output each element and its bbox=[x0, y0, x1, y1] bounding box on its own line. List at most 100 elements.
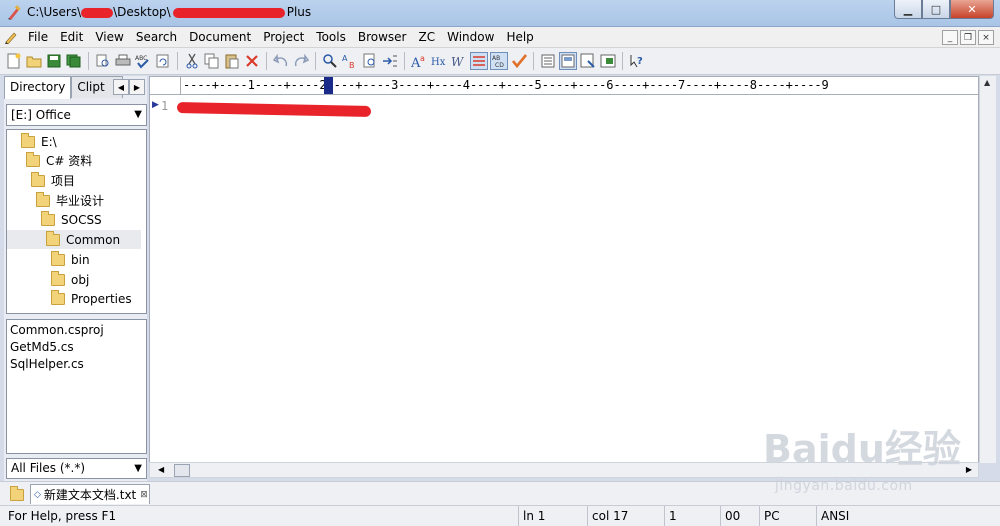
toolbar-separator bbox=[266, 52, 267, 70]
save-icon[interactable] bbox=[45, 52, 63, 70]
ultraedit-app-icon[interactable] bbox=[6, 5, 22, 21]
context-help-icon[interactable]: ? bbox=[628, 52, 646, 70]
document-tab[interactable]: ◇ 新建文本文档.txt ⊠ bbox=[30, 484, 150, 504]
status-platform: PC bbox=[759, 506, 815, 526]
menu-edit[interactable]: Edit bbox=[54, 27, 89, 48]
drive-select[interactable]: [E:] Office ▼ bbox=[6, 104, 147, 126]
list-item[interactable]: SqlHelper.cs bbox=[10, 356, 143, 373]
svg-text:a: a bbox=[420, 54, 425, 63]
toolbar-separator bbox=[177, 52, 178, 70]
doc-close-button[interactable]: × bbox=[978, 30, 994, 45]
menu-window[interactable]: Window bbox=[441, 27, 500, 48]
toolbar-separator bbox=[533, 52, 534, 70]
redacted-text-line bbox=[176, 101, 372, 118]
horizontal-scrollbar[interactable]: ◀ ▶ bbox=[149, 462, 979, 478]
hex-mode-icon[interactable]: Hx bbox=[430, 52, 448, 70]
vertical-scrollbar[interactable]: ▲ bbox=[979, 76, 996, 463]
word-wrap-icon[interactable]: W bbox=[450, 52, 468, 70]
revert-icon[interactable] bbox=[154, 52, 172, 70]
column-ruler: ----+----1----+----2----+----3----+----4… bbox=[150, 77, 978, 95]
paste-icon[interactable] bbox=[223, 52, 241, 70]
document-icon: ◇ bbox=[34, 489, 41, 500]
close-tab-icon[interactable]: ⊠ bbox=[140, 490, 148, 500]
new-file-icon[interactable] bbox=[5, 52, 23, 70]
tree-item-csharp-docs[interactable]: C# 资料 bbox=[26, 151, 92, 170]
list-item[interactable]: Common.csproj bbox=[10, 322, 143, 339]
menu-project[interactable]: Project bbox=[257, 27, 310, 48]
svg-text:B: B bbox=[349, 61, 355, 69]
checkmark-icon[interactable] bbox=[510, 52, 528, 70]
print-icon[interactable] bbox=[114, 52, 132, 70]
menu-help[interactable]: Help bbox=[500, 27, 539, 48]
status-line: ln 1 bbox=[518, 506, 586, 526]
delete-icon[interactable] bbox=[243, 52, 261, 70]
menu-tools[interactable]: Tools bbox=[310, 27, 352, 48]
tree-item-label: bin bbox=[71, 252, 90, 267]
menu-browser[interactable]: Browser bbox=[352, 27, 413, 48]
menu-bar: File Edit View Search Document Project T… bbox=[0, 27, 1000, 48]
pen-icon bbox=[0, 27, 22, 48]
font-icon[interactable]: Aa bbox=[410, 52, 428, 70]
tree-item-e-drive[interactable]: E:\ bbox=[21, 132, 57, 151]
menu-view[interactable]: View bbox=[89, 27, 129, 48]
folder-icon bbox=[26, 151, 40, 167]
tree-item-projects[interactable]: 项目 bbox=[31, 171, 75, 190]
print-preview-icon[interactable] bbox=[94, 52, 112, 70]
scroll-right-icon[interactable]: ▶ bbox=[966, 465, 972, 474]
toggle-list-icon[interactable] bbox=[470, 52, 488, 70]
redo-icon[interactable] bbox=[292, 52, 310, 70]
doc-restore-button[interactable]: ❐ bbox=[960, 30, 976, 45]
list-item[interactable]: GetMd5.cs bbox=[10, 339, 143, 356]
goto-line-icon[interactable] bbox=[381, 52, 399, 70]
toolbar-separator bbox=[404, 52, 405, 70]
editor-area[interactable]: ----+----1----+----2----+----3----+----4… bbox=[149, 76, 979, 463]
svg-text:Hx: Hx bbox=[431, 57, 446, 68]
menu-search[interactable]: Search bbox=[130, 27, 183, 48]
scroll-left-icon[interactable]: ◀ bbox=[158, 465, 164, 474]
cut-icon[interactable] bbox=[183, 52, 201, 70]
ruler-gutter bbox=[150, 77, 181, 94]
title-redaction-2 bbox=[172, 7, 285, 18]
status-bar: For Help, press F1 ln 1 col 17 1 00 PC A… bbox=[0, 505, 1000, 526]
close-button[interactable]: ✕ bbox=[950, 0, 994, 19]
file-filter-select[interactable]: All Files (*.*) ▼ bbox=[6, 458, 147, 479]
replace-icon[interactable]: AB bbox=[341, 52, 359, 70]
tree-item-properties[interactable]: Properties bbox=[51, 289, 132, 308]
file-list: Common.csproj GetMd5.cs SqlHelper.cs bbox=[6, 319, 147, 454]
ruler-cursor-indicator bbox=[324, 77, 333, 94]
file-explorer-panel: Directory Clipt ◀ ▶ [E:] Office ▼ E:\ C#… bbox=[4, 76, 147, 482]
open-folder-icon[interactable] bbox=[25, 52, 43, 70]
tree-item-graduation-design[interactable]: 毕业设计 bbox=[36, 191, 104, 210]
save-all-icon[interactable] bbox=[65, 52, 83, 70]
tree-item-socss[interactable]: SOCSS bbox=[41, 210, 102, 229]
scrollbar-thumb[interactable] bbox=[174, 464, 190, 477]
maximize-button[interactable]: □ bbox=[922, 0, 950, 19]
folder-icon bbox=[36, 191, 50, 207]
find-icon[interactable] bbox=[321, 52, 339, 70]
copy-icon[interactable] bbox=[203, 52, 221, 70]
tab-scroll-left-icon[interactable]: ◀ bbox=[113, 79, 129, 95]
find-in-files-icon[interactable] bbox=[361, 52, 379, 70]
window-list-icon[interactable] bbox=[599, 52, 617, 70]
undo-icon[interactable] bbox=[272, 52, 290, 70]
tree-item-obj[interactable]: obj bbox=[51, 270, 89, 289]
file-tree-view-icon[interactable] bbox=[539, 52, 557, 70]
minimize-button[interactable]: ▁ bbox=[894, 0, 922, 19]
folder-icon bbox=[51, 270, 65, 286]
tree-item-common[interactable]: Common bbox=[7, 230, 141, 249]
menu-zc[interactable]: ZC bbox=[413, 27, 442, 48]
output-window-icon[interactable] bbox=[559, 52, 577, 70]
tab-directory[interactable]: Directory bbox=[4, 76, 72, 99]
function-list-icon[interactable] bbox=[579, 52, 597, 70]
column-mode-icon[interactable]: AB CD bbox=[490, 52, 508, 70]
drive-select-value: [E:] Office bbox=[11, 108, 71, 122]
scroll-up-icon[interactable]: ▲ bbox=[984, 78, 990, 87]
menu-document[interactable]: Document bbox=[183, 27, 257, 48]
tree-item-bin[interactable]: bin bbox=[51, 250, 90, 269]
menu-file[interactable]: File bbox=[22, 27, 54, 48]
doc-minimize-button[interactable]: _ bbox=[942, 30, 958, 45]
spell-check-icon[interactable]: ABC bbox=[134, 52, 152, 70]
open-folder-icon[interactable] bbox=[10, 486, 24, 501]
tab-scroll-right-icon[interactable]: ▶ bbox=[129, 79, 145, 95]
folder-icon bbox=[51, 289, 65, 305]
